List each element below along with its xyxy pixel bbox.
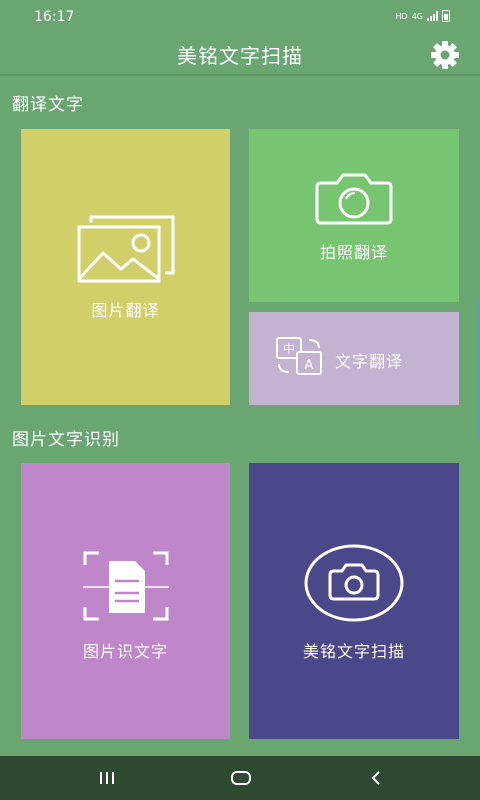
app-title: 美铭文字扫描	[177, 44, 303, 68]
tile-label-text-translate: 文字翻译	[335, 352, 404, 371]
translate-icon: 中 A	[276, 337, 322, 375]
tile-image-ocr[interactable]: 图片识文字	[21, 463, 230, 739]
translate-glyph-en: A	[305, 358, 314, 373]
network-indicator: 4G	[411, 11, 423, 21]
section-title-ocr: 图片文字识别	[12, 430, 120, 450]
tile-label-image-translate: 图片翻译	[91, 301, 160, 320]
status-time: 16:17	[34, 9, 75, 25]
signal-icon	[427, 11, 438, 21]
tile-label-photo-translate: 拍照翻译	[319, 243, 388, 262]
camera-circle-icon	[304, 544, 404, 622]
tile-label-image-ocr: 图片识文字	[82, 642, 168, 661]
app-bar: 美铭文字扫描	[0, 34, 480, 76]
home-icon	[231, 771, 251, 785]
settings-gear-icon[interactable]	[430, 40, 460, 70]
back-button[interactable]	[356, 764, 396, 792]
tile-photo-translate[interactable]: 拍照翻译	[249, 129, 459, 302]
tile-label-scan: 美铭文字扫描	[302, 642, 405, 661]
recent-apps-button[interactable]	[87, 764, 127, 792]
hd-indicator: HD	[395, 11, 408, 21]
pictures-icon	[77, 215, 175, 283]
home-button[interactable]	[221, 764, 261, 792]
translate-glyph-zh: 中	[283, 341, 295, 356]
document-scan-icon	[83, 551, 169, 621]
camera-icon	[315, 173, 393, 225]
status-bar: 16:17 HD 4G	[0, 0, 480, 34]
section-title-translate: 翻译文字	[12, 95, 84, 115]
tile-scan[interactable]: 美铭文字扫描	[249, 463, 459, 739]
tile-image-translate[interactable]: 图片翻译	[21, 129, 230, 405]
status-icons: HD 4G	[396, 10, 450, 22]
battery-icon	[442, 10, 450, 22]
back-icon	[371, 771, 380, 785]
system-nav-bar	[0, 756, 480, 800]
tile-text-translate[interactable]: 中 A 文字翻译	[249, 312, 459, 405]
recent-apps-icon	[100, 772, 114, 784]
